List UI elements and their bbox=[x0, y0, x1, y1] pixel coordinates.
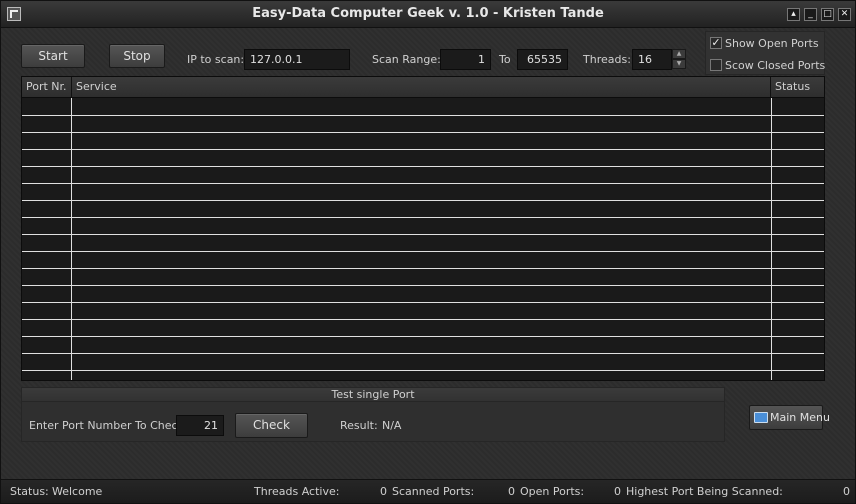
test-port-title: Test single Port bbox=[22, 388, 724, 402]
table-row[interactable] bbox=[22, 320, 824, 337]
show-closed-label: Scow Closed Ports bbox=[725, 59, 826, 72]
rollup-button[interactable]: ▴ bbox=[787, 8, 800, 21]
maximize-button[interactable]: □ bbox=[821, 8, 834, 21]
results-table[interactable]: Port Nr. Service Status bbox=[21, 76, 825, 381]
close-button[interactable]: ✕ bbox=[838, 8, 851, 21]
status-value: Welcome bbox=[52, 485, 103, 498]
threads-input[interactable]: 16 bbox=[632, 49, 672, 70]
port-number-label: Enter Port Number To Check: bbox=[29, 419, 188, 432]
table-row[interactable] bbox=[22, 167, 824, 184]
threads-spin-down-icon[interactable]: ▼ bbox=[672, 59, 686, 69]
table-row[interactable] bbox=[22, 269, 824, 286]
scan-range-label: Scan Range: bbox=[372, 53, 441, 66]
scanned-ports-label: Scanned Ports: bbox=[392, 485, 475, 498]
column-header-service[interactable]: Service bbox=[72, 77, 771, 98]
column-divider bbox=[71, 98, 72, 380]
status-bar: Status: Welcome Threads Active: 0 Scanne… bbox=[1, 479, 855, 503]
result-label: Result: bbox=[340, 419, 378, 432]
table-row[interactable] bbox=[22, 150, 824, 167]
table-row[interactable] bbox=[22, 133, 824, 150]
start-button[interactable]: Start bbox=[21, 44, 85, 68]
threads-active-label: Threads Active: bbox=[254, 485, 340, 498]
highest-port-label: Highest Port Being Scanned: bbox=[626, 485, 783, 498]
ip-label: IP to scan: bbox=[187, 53, 245, 66]
show-closed-checkbox[interactable] bbox=[710, 59, 722, 71]
port-number-input[interactable]: 21 bbox=[176, 415, 224, 436]
table-header: Port Nr. Service Status bbox=[22, 77, 824, 98]
table-row[interactable] bbox=[22, 235, 824, 252]
minimize-button[interactable]: _ bbox=[804, 8, 817, 21]
table-row[interactable] bbox=[22, 303, 824, 320]
table-row[interactable] bbox=[22, 99, 824, 116]
window-title: Easy-Data Computer Geek v. 1.0 - Kristen… bbox=[252, 6, 604, 21]
column-header-port[interactable]: Port Nr. bbox=[22, 77, 72, 98]
main-menu-label: Main Menu bbox=[770, 411, 830, 424]
column-header-status[interactable]: Status bbox=[771, 77, 824, 98]
test-port-section: Test single Port Enter Port Number To Ch… bbox=[21, 387, 725, 442]
check-button[interactable]: Check bbox=[235, 413, 308, 438]
table-row[interactable] bbox=[22, 252, 824, 269]
table-row[interactable] bbox=[22, 354, 824, 371]
table-row[interactable] bbox=[22, 184, 824, 201]
home-icon bbox=[754, 412, 768, 423]
result-value: N/A bbox=[382, 419, 402, 432]
scanned-ports-value: 0 bbox=[508, 485, 515, 498]
status-label: Status: bbox=[10, 485, 49, 498]
table-row[interactable] bbox=[22, 201, 824, 218]
threads-label: Threads: bbox=[583, 53, 631, 66]
table-row[interactable] bbox=[22, 337, 824, 354]
open-ports-label: Open Ports: bbox=[520, 485, 585, 498]
column-divider bbox=[771, 98, 772, 380]
table-row[interactable] bbox=[22, 116, 824, 133]
to-label: To bbox=[499, 53, 511, 66]
threads-spin-up-icon[interactable]: ▲ bbox=[672, 49, 686, 59]
table-row[interactable] bbox=[22, 218, 824, 235]
threads-active-value: 0 bbox=[380, 485, 387, 498]
stop-button[interactable]: Stop bbox=[109, 44, 165, 68]
table-row[interactable] bbox=[22, 286, 824, 303]
highest-port-value: 0 bbox=[843, 485, 850, 498]
table-row[interactable] bbox=[22, 371, 824, 380]
app-window: Easy-Data Computer Geek v. 1.0 - Kristen… bbox=[0, 0, 856, 504]
range-to-input[interactable]: 65535 bbox=[517, 49, 568, 70]
main-menu-button[interactable]: Main Menu bbox=[749, 405, 830, 430]
show-open-checkbox[interactable]: ✓ bbox=[710, 37, 722, 49]
show-open-label: Show Open Ports bbox=[725, 37, 819, 50]
title-bar[interactable]: Easy-Data Computer Geek v. 1.0 - Kristen… bbox=[1, 1, 855, 28]
open-ports-value: 0 bbox=[614, 485, 621, 498]
range-from-input[interactable]: 1 bbox=[440, 49, 491, 70]
ip-input[interactable]: 127.0.0.1 bbox=[244, 49, 350, 70]
